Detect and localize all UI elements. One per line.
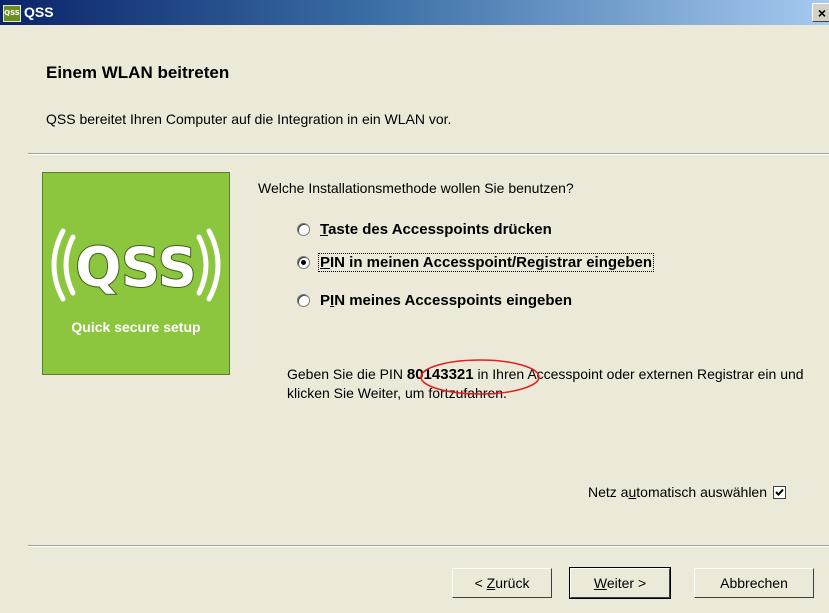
pin-highlight-ellipse <box>420 359 540 395</box>
auto-select-row[interactable]: Netz automatisch auswählen <box>588 484 787 500</box>
qss-waves-icon: QSS <box>51 228 221 302</box>
option-enter-pin-registrar[interactable]: PIN in meinen Accesspoint/Registrar eing… <box>297 252 655 272</box>
pin-instruction: Geben Sie die PIN 80143321 in Ihren Acce… <box>287 366 804 401</box>
option-push-button-label[interactable]: Taste des Accesspoints drücken <box>319 221 553 238</box>
option-push-button[interactable]: Taste des Accesspoints drücken <box>297 219 553 239</box>
auto-select-checkbox[interactable] <box>773 485 787 499</box>
page-title: Einem WLAN beitreten <box>46 63 230 82</box>
qss-logo: QSS Quick secure setup <box>42 172 230 375</box>
method-question: Welche Installationsmethode wollen Sie b… <box>258 180 574 196</box>
next-button[interactable]: Weiter > <box>569 567 671 599</box>
qss-app-icon: QSS <box>3 5 21 22</box>
radio-enter-ap-pin[interactable] <box>297 293 310 307</box>
window-title: QSS <box>24 4 54 20</box>
back-button[interactable]: < Zurück <box>452 568 552 598</box>
radio-push-button[interactable] <box>297 222 310 236</box>
close-icon: × <box>817 5 827 21</box>
radio-enter-pin-registrar[interactable] <box>297 255 310 269</box>
logo-caption: Quick secure setup <box>71 319 201 335</box>
logo-text: QSS <box>75 236 196 299</box>
cancel-button[interactable]: Abbrechen <box>694 568 814 598</box>
header-divider <box>28 153 829 155</box>
title-bar: QSS QSS × <box>0 0 829 25</box>
close-button[interactable]: × <box>812 3 829 22</box>
option-enter-ap-pin-label[interactable]: PIN meines Accesspoints eingeben <box>319 292 573 309</box>
auto-select-label[interactable]: Netz automatisch auswählen <box>588 484 767 500</box>
option-enter-pin-registrar-label[interactable]: PIN in meinen Accesspoint/Registrar eing… <box>317 252 655 272</box>
option-enter-ap-pin[interactable]: PIN meines Accesspoints eingeben <box>297 290 573 310</box>
page-description: QSS bereitet Ihren Computer auf die Inte… <box>46 111 452 127</box>
checkmark-icon <box>775 488 784 496</box>
footer-divider <box>28 545 829 547</box>
